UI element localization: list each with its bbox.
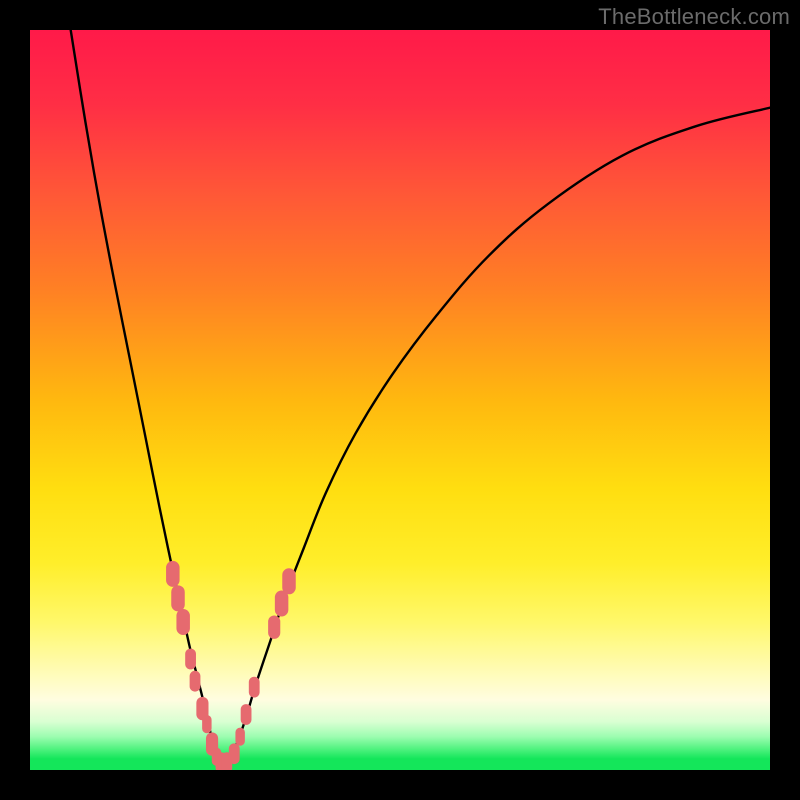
curve-marker <box>275 591 289 617</box>
curve-marker <box>185 649 196 670</box>
curve-marker <box>190 671 201 692</box>
curve-marker <box>249 677 260 698</box>
chart-frame: TheBottleneck.com <box>0 0 800 800</box>
curve-marker <box>202 715 211 733</box>
bottleneck-curve <box>30 30 770 770</box>
watermark-text: TheBottleneck.com <box>598 4 790 30</box>
curve-marker <box>176 609 190 635</box>
curve-marker <box>235 728 244 746</box>
curve-marker <box>171 585 185 611</box>
curve-marker <box>229 743 240 764</box>
curve-marker <box>241 704 252 725</box>
curve-marker <box>268 615 280 638</box>
curve-marker <box>166 561 180 587</box>
plot-area <box>30 30 770 770</box>
curve-marker <box>282 568 296 594</box>
marker-cluster <box>166 561 296 770</box>
